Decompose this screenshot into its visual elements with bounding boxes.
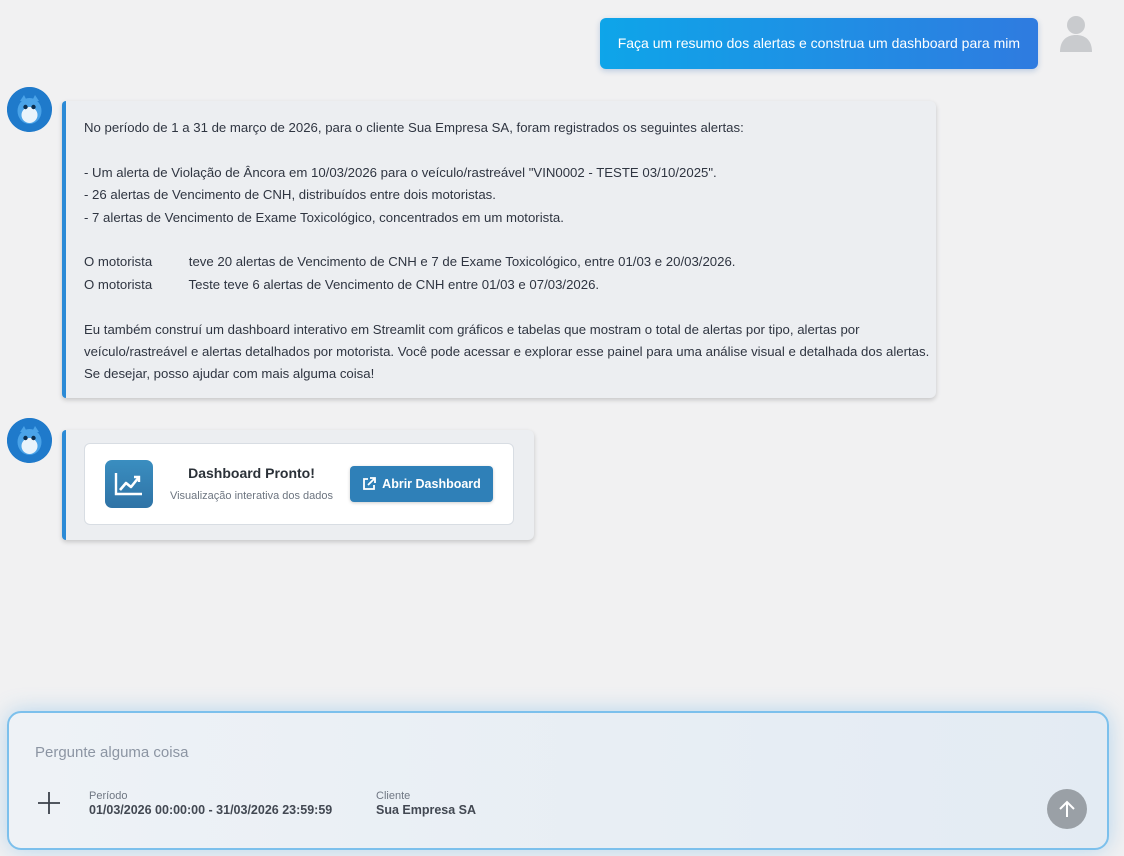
- chat-input[interactable]: [35, 741, 935, 763]
- send-button[interactable]: [1047, 789, 1087, 829]
- message-line: - Um alerta de Violação de Âncora em 10/…: [84, 164, 717, 180]
- client-info: Cliente Sua Empresa SA: [376, 789, 476, 818]
- message-line: - 7 alertas de Vencimento de Exame Toxic…: [84, 209, 564, 225]
- message-line: O motorista Teste teve 6 alertas de Venc…: [84, 276, 600, 292]
- client-label: Cliente: [376, 790, 411, 802]
- period-info: Período 01/03/2026 00:00:00 - 31/03/2026…: [89, 789, 332, 818]
- dashboard-ready-panel: Dashboard Pronto! Visualização interativ…: [84, 443, 514, 525]
- user-message-row: Faça um resumo dos alertas e construa um…: [599, 16, 1096, 69]
- dashboard-message-card: Dashboard Pronto! Visualização interativ…: [62, 430, 534, 540]
- period-value: 01/03/2026 00:00:00 - 31/03/2026 23:59:5…: [89, 803, 333, 817]
- dashboard-subtitle: Visualização interativa dos dados: [169, 490, 334, 502]
- message-blank-line: [84, 139, 916, 161]
- message-blank-line: [84, 296, 916, 318]
- user-message-bubble: Faça um resumo dos alertas e construa um…: [599, 18, 1038, 69]
- arrow-up-icon: [1059, 800, 1075, 817]
- period-label: Período: [89, 790, 128, 802]
- user-avatar-icon: [1060, 16, 1092, 52]
- message-blank-line: [84, 229, 916, 251]
- message-line: veículo/rastreável e alertas detalhados …: [84, 344, 930, 360]
- message-line: No período de 1 a 31 de março de 2026, p…: [84, 120, 744, 135]
- external-link-icon: [363, 477, 377, 490]
- client-value: Sua Empresa SA: [376, 803, 477, 817]
- bot-avatar-icon: [7, 87, 52, 132]
- message-line: - 26 alertas de Vencimento de CNH, distr…: [84, 187, 496, 203]
- assistant-message-card: No período de 1 a 31 de março de 2026, p…: [62, 101, 936, 398]
- message-line: Eu também construí um dashboard interati…: [84, 321, 860, 337]
- chart-line-icon: [105, 460, 153, 508]
- open-dashboard-button[interactable]: Abrir Dashboard: [350, 466, 493, 502]
- dashboard-title: Dashboard Pronto!: [188, 465, 315, 481]
- chat-composer: Período 01/03/2026 00:00:00 - 31/03/2026…: [7, 711, 1109, 850]
- message-line: O motorista teve 20 alertas de Venciment…: [84, 254, 736, 270]
- bot-avatar-icon: [7, 418, 52, 463]
- open-dashboard-label: Abrir Dashboard: [382, 477, 481, 491]
- message-line: Se desejar, posso ajudar com mais alguma…: [84, 366, 375, 382]
- plus-icon[interactable]: [37, 791, 61, 815]
